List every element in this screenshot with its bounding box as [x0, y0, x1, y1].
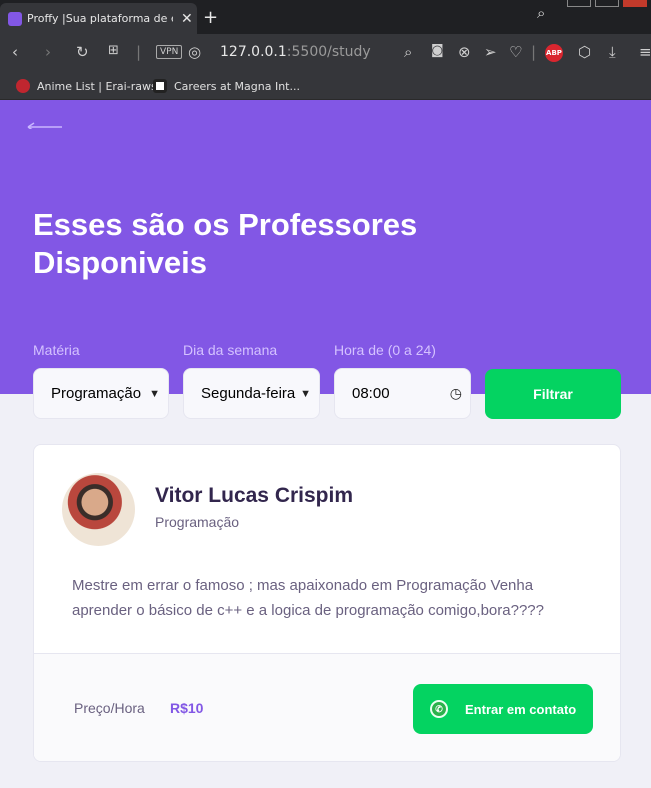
- minimize-window-button[interactable]: [567, 0, 591, 7]
- adblock-icon[interactable]: ABP: [545, 44, 563, 62]
- weekday-filter-label: Dia da semana: [183, 342, 278, 358]
- bookmark-favicon-icon: [153, 79, 167, 93]
- speed-dial-icon[interactable]: ⊞: [108, 43, 119, 58]
- heart-icon[interactable]: ♡: [509, 43, 522, 61]
- browser-navigation-bar: ‹ › ↻ ⊞ | VPN ◎ 127.0.0.1:5500/study ⌕ ◙…: [0, 34, 651, 72]
- forward-icon[interactable]: ›: [45, 43, 51, 61]
- subject-select-value: Programação: [51, 385, 142, 402]
- globe-icon: ◎: [188, 43, 202, 61]
- url-path: :5500/study: [286, 44, 371, 60]
- clock-icon[interactable]: ◷: [450, 385, 462, 402]
- contact-button[interactable]: ✆ Entrar em contato: [413, 684, 593, 734]
- whatsapp-icon: ✆: [430, 700, 448, 718]
- send-icon[interactable]: ➢: [484, 43, 497, 61]
- separator: |: [531, 43, 537, 61]
- close-window-button[interactable]: [623, 0, 647, 7]
- reload-icon[interactable]: ↻: [76, 43, 89, 61]
- bookmark-label: Anime List | Erai-raws: [37, 79, 157, 93]
- time-input-value: 08:00: [352, 385, 390, 402]
- bookmark-careers-magna[interactable]: Careers at Magna Int...: [153, 79, 300, 93]
- bookmarks-bar: Anime List | Erai-raws Careers at Magna …: [0, 72, 651, 100]
- proffy-favicon-icon: [8, 11, 22, 26]
- teacher-avatar: [62, 473, 135, 546]
- vpn-badge[interactable]: VPN: [156, 45, 183, 59]
- block-icon[interactable]: ⊗: [458, 43, 471, 61]
- time-input[interactable]: 08:00 ◷: [334, 368, 471, 419]
- menu-icon[interactable]: ≡: [639, 43, 651, 61]
- download-icon[interactable]: ⤓: [609, 43, 616, 61]
- back-arrow-icon[interactable]: [27, 109, 63, 129]
- subject-filter-label: Matéria: [33, 342, 80, 358]
- browser-tab[interactable]: Proffy |Sua plataforma de estudos online…: [0, 3, 197, 34]
- page-title: Esses são os Professores Disponiveis: [33, 207, 418, 280]
- find-icon[interactable]: ⌕: [404, 43, 412, 61]
- teacher-subject: Programação: [155, 514, 240, 530]
- subject-select[interactable]: Programação ▼: [33, 368, 169, 419]
- bookmark-label: Careers at Magna Int...: [174, 79, 300, 93]
- maximize-window-button[interactable]: [595, 0, 619, 7]
- tab-title: Proffy |Sua plataforma de estudos online: [27, 12, 173, 25]
- chevron-down-icon: ▼: [149, 387, 160, 400]
- teacher-name: Vitor Lucas Crispim: [155, 484, 354, 507]
- extensions-cube-icon[interactable]: ⬡: [578, 43, 591, 61]
- teacher-card-footer: Preço/Hora R$10 ✆ Entrar em contato: [34, 653, 620, 761]
- bookmark-anime-list[interactable]: Anime List | Erai-raws: [16, 79, 157, 93]
- url-host: 127.0.0.1: [220, 44, 287, 60]
- weekday-select[interactable]: Segunda-feira ▼: [183, 368, 320, 419]
- back-icon[interactable]: ‹: [12, 43, 18, 61]
- teacher-card: Vitor Lucas Crispim Programação Mestre e…: [33, 444, 621, 762]
- time-filter-label: Hora de (0 a 24): [334, 342, 436, 358]
- bookmark-favicon-icon: [16, 79, 30, 93]
- address-bar[interactable]: 127.0.0.1:5500/study: [220, 44, 371, 60]
- browser-tab-bar: Proffy |Sua plataforma de estudos online…: [0, 0, 651, 34]
- price-value: R$10: [170, 700, 204, 716]
- tab-close-icon[interactable]: ✕: [181, 11, 193, 27]
- page-header: Esses são os Professores Disponiveis: [0, 100, 651, 394]
- separator: |: [136, 43, 142, 61]
- filter-button[interactable]: Filtrar: [485, 369, 621, 419]
- price-label: Preço/Hora: [74, 700, 145, 716]
- contact-button-label: Entrar em contato: [465, 701, 577, 717]
- teacher-bio: Mestre em errar o famoso ; mas apaixonad…: [72, 577, 544, 619]
- camera-icon[interactable]: ◙: [431, 43, 444, 58]
- chevron-down-icon: ▼: [300, 387, 311, 400]
- weekday-select-value: Segunda-feira: [201, 385, 296, 402]
- tab-search-icon[interactable]: ⌕: [537, 4, 545, 22]
- new-tab-button[interactable]: +: [203, 7, 218, 28]
